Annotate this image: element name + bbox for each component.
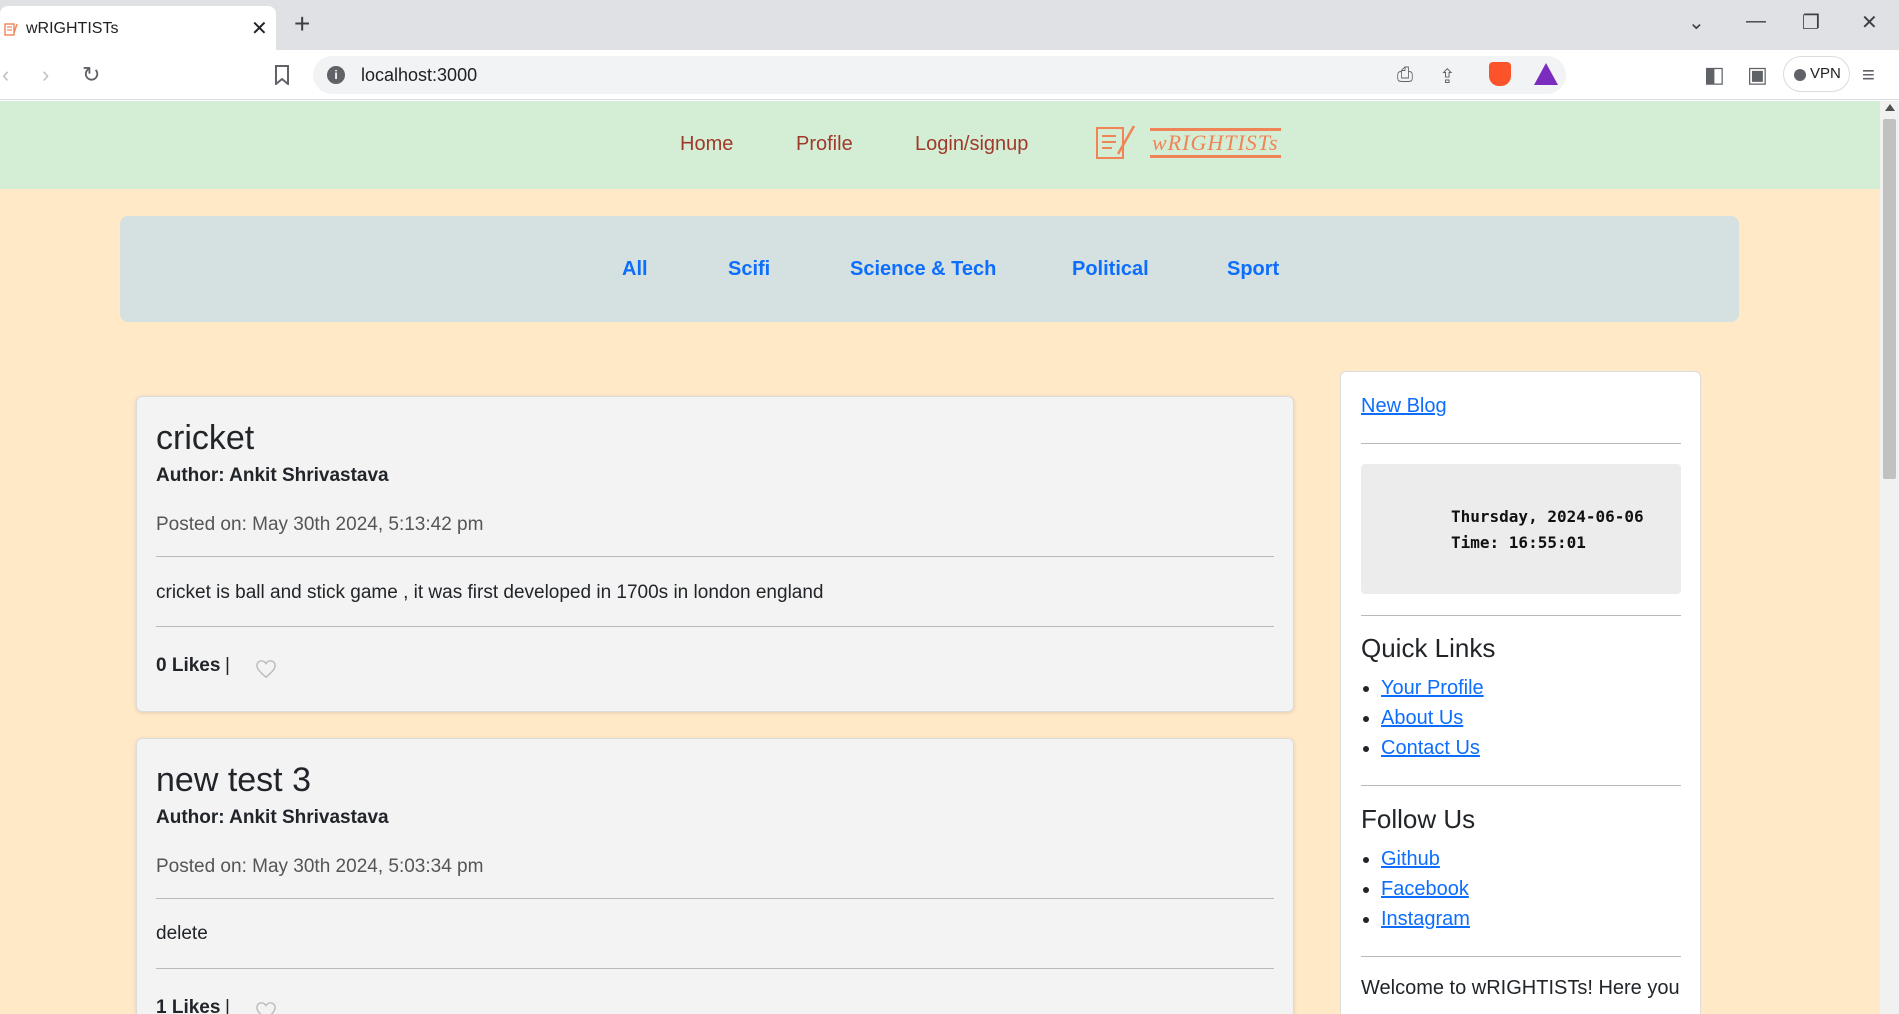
- quick-links-list: Your Profile About Us Contact Us: [1361, 673, 1484, 763]
- share-icon[interactable]: ⇪: [1439, 64, 1456, 89]
- category-all[interactable]: All: [622, 258, 648, 281]
- divider: [156, 626, 1274, 627]
- contact-us-link[interactable]: Contact Us: [1381, 737, 1480, 759]
- github-link[interactable]: Github: [1381, 848, 1440, 870]
- divider: [1361, 785, 1681, 786]
- reload-icon[interactable]: ↻: [82, 62, 100, 88]
- post-likes-count: 1 Likes: [156, 997, 221, 1014]
- post-body: cricket is ball and stick game , it was …: [156, 582, 824, 603]
- logo-text: wRIGHTISTs: [1150, 128, 1281, 158]
- blog-post-card: cricket Author: Ankit Shrivastava Posted…: [136, 396, 1294, 712]
- tab-title: wRIGHTISTs: [26, 20, 119, 37]
- sidebar-toggle-icon[interactable]: ◧: [1704, 62, 1725, 88]
- like-heart-icon[interactable]: [255, 659, 277, 679]
- category-science-tech[interactable]: Science & Tech: [850, 258, 996, 281]
- divider: [1361, 443, 1681, 444]
- new-blog-link[interactable]: New Blog: [1361, 395, 1447, 418]
- site-logo[interactable]: wRIGHTISTs: [1094, 122, 1282, 162]
- clock-date: Thursday, 2024-06-06: [1451, 507, 1644, 526]
- likes-separator: |: [225, 997, 230, 1014]
- restore-icon[interactable]: ❐: [1802, 10, 1820, 35]
- quick-links-heading: Quick Links: [1361, 633, 1496, 663]
- minimize-icon[interactable]: —: [1746, 10, 1766, 33]
- your-profile-link[interactable]: Your Profile: [1381, 677, 1484, 699]
- category-scifi[interactable]: Scifi: [728, 258, 770, 281]
- post-author: Author: Ankit Shrivastava: [156, 465, 389, 486]
- divider: [156, 556, 1274, 557]
- list-item: Facebook: [1381, 874, 1470, 904]
- scroll-up-icon[interactable]: [1885, 104, 1895, 111]
- post-date: Posted on: May 30th 2024, 5:13:42 pm: [156, 514, 484, 535]
- category-sport[interactable]: Sport: [1227, 258, 1279, 281]
- divider: [1361, 615, 1681, 616]
- nav-login-link[interactable]: Login/signup: [915, 133, 1028, 156]
- follow-links-list: Github Facebook Instagram: [1361, 844, 1470, 934]
- list-item: Contact Us: [1381, 733, 1484, 763]
- sidebar: New Blog Thursday, 2024-06-06 Time: 16:5…: [1340, 371, 1701, 1014]
- logo-pen-paper-icon: [1096, 125, 1136, 159]
- blog-post-card: new test 3 Author: Ankit Shrivastava Pos…: [136, 738, 1294, 1014]
- tab-search-chevron-icon[interactable]: ⌄: [1688, 10, 1705, 35]
- wallet-icon[interactable]: ▣: [1747, 62, 1768, 88]
- vpn-status-icon: [1794, 69, 1806, 81]
- nav-home-link[interactable]: Home: [680, 133, 733, 156]
- site-favicon-icon: [4, 23, 18, 36]
- url-text: localhost:3000: [361, 65, 478, 85]
- install-app-icon[interactable]: ⎙: [1397, 64, 1413, 87]
- category-bar: All Scifi Science & Tech Political Sport: [120, 216, 1739, 322]
- post-author: Author: Ankit Shrivastava: [156, 807, 389, 828]
- page-scrollbar[interactable]: [1880, 101, 1899, 1014]
- brave-shields-icon[interactable]: [1489, 62, 1511, 86]
- instagram-link[interactable]: Instagram: [1381, 908, 1470, 930]
- clock-widget: Thursday, 2024-06-06 Time: 16:55:01: [1361, 464, 1681, 594]
- about-us-link[interactable]: About Us: [1381, 707, 1463, 729]
- post-date: Posted on: May 30th 2024, 5:03:34 pm: [156, 856, 484, 877]
- close-tab-icon[interactable]: ✕: [251, 16, 268, 41]
- vpn-button[interactable]: VPN: [1783, 56, 1850, 92]
- list-item: Your Profile: [1381, 673, 1484, 703]
- address-bar[interactable]: i localhost:3000 ⎙ ⇪: [313, 56, 1566, 94]
- site-navbar: Home Profile Login/signup wRIGHTISTs: [0, 101, 1880, 189]
- bookmark-icon[interactable]: [274, 65, 290, 85]
- divider: [156, 898, 1274, 899]
- list-item: Instagram: [1381, 904, 1470, 934]
- facebook-link[interactable]: Facebook: [1381, 878, 1469, 900]
- scrollbar-thumb[interactable]: [1883, 119, 1896, 479]
- follow-us-heading: Follow Us: [1361, 804, 1476, 834]
- welcome-text: Welcome to wRIGHTISTs! Here you: [1361, 977, 1680, 999]
- post-title[interactable]: cricket: [156, 419, 254, 458]
- clock-time: Time: 16:55:01: [1451, 533, 1586, 552]
- site-info-icon[interactable]: i: [327, 66, 345, 84]
- back-icon[interactable]: ‹: [2, 62, 9, 88]
- divider: [1361, 956, 1681, 957]
- browser-tab-strip: wRIGHTISTs ✕ + ⌄ — ❐ ✕: [0, 0, 1899, 50]
- new-tab-icon[interactable]: +: [294, 8, 310, 40]
- menu-icon[interactable]: ≡: [1862, 62, 1875, 88]
- post-title[interactable]: new test 3: [156, 761, 311, 800]
- category-political[interactable]: Political: [1072, 258, 1149, 281]
- forward-icon[interactable]: ›: [42, 62, 49, 88]
- like-heart-icon[interactable]: [255, 1001, 277, 1014]
- likes-separator: |: [225, 655, 230, 676]
- brave-rewards-icon[interactable]: [1534, 63, 1558, 85]
- divider: [156, 968, 1274, 969]
- list-item: Github: [1381, 844, 1470, 874]
- vpn-label: VPN: [1810, 65, 1841, 82]
- page-viewport: Home Profile Login/signup wRIGHTISTs All…: [0, 101, 1880, 1014]
- window-close-icon[interactable]: ✕: [1861, 10, 1878, 35]
- browser-tab[interactable]: wRIGHTISTs ✕: [0, 6, 276, 50]
- nav-profile-link[interactable]: Profile: [796, 133, 853, 156]
- list-item: About Us: [1381, 703, 1484, 733]
- post-body: delete: [156, 923, 208, 944]
- post-likes-count: 0 Likes: [156, 655, 221, 676]
- browser-toolbar: ‹ › ↻ i localhost:3000 ⎙ ⇪ ◧ ▣ ≡: [0, 50, 1899, 100]
